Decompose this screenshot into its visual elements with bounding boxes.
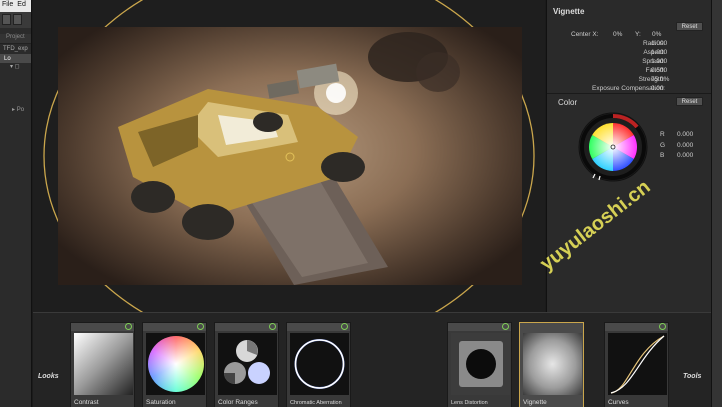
power-icon[interactable] [269, 323, 276, 330]
color-reset-button[interactable]: Reset [676, 97, 703, 106]
tile-label: Lens Distortion [451, 400, 488, 406]
spread-value[interactable]: 1.000 [651, 58, 667, 65]
tools-bar: Looks Tools Contrast Saturation Color Ra… [33, 312, 711, 407]
layer-label: Lo [4, 55, 11, 62]
r-value[interactable]: 0.000 [677, 131, 693, 138]
looks-label[interactable]: Looks [38, 373, 59, 380]
layer-row[interactable]: Lo [0, 54, 31, 63]
g-value[interactable]: 0.000 [677, 142, 693, 149]
tile-chromatic-aberration[interactable]: Chromatic Aberration [286, 322, 351, 407]
properties-panel: Vignette Reset Center X: 0% Y: 0% Radius… [546, 0, 712, 312]
saturation-wheel-icon [146, 333, 205, 395]
tools-label[interactable]: Tools [683, 373, 701, 380]
chromatic-ring-icon [290, 333, 349, 395]
aspect-value[interactable]: 1.000 [651, 49, 667, 56]
center-y-label: Y: [635, 31, 641, 38]
tile-curves[interactable]: Curves [604, 322, 669, 407]
tile-label: Chromatic Aberration [290, 400, 342, 406]
color-wheel[interactable] [577, 111, 649, 183]
menu-file[interactable]: File [0, 0, 15, 12]
power-icon[interactable] [197, 323, 204, 330]
vignette-icon [523, 333, 582, 395]
project-file-name: TFD_exp [3, 46, 28, 52]
viewer[interactable] [33, 0, 545, 312]
tree-item-label: Po [16, 107, 25, 113]
tile-label: Color Ranges [218, 399, 258, 406]
lens-distortion-icon [451, 333, 510, 395]
color-ranges-icon [218, 333, 277, 395]
power-icon[interactable] [659, 323, 666, 330]
power-icon[interactable] [125, 323, 132, 330]
tile-label: Saturation [146, 399, 176, 406]
tile-label: Contrast [74, 399, 99, 406]
vignette-reset-button[interactable]: Reset [676, 22, 703, 31]
tile-header [71, 323, 134, 331]
host-menubar: File Ed [0, 0, 31, 12]
g-label: G [660, 142, 666, 149]
host-app-strip: File Ed Project TFD_exp Lo ▾ ◻ ▸ Po [0, 0, 32, 407]
project-tab[interactable]: Project [0, 34, 31, 44]
selection-tool-icon[interactable] [2, 14, 11, 25]
tile-header [520, 323, 583, 331]
r-label: R [660, 131, 665, 138]
vignette-title: Vignette [553, 7, 585, 16]
tile-saturation[interactable]: Saturation [142, 322, 207, 407]
tile-lens-distortion[interactable]: Lens Distortion [447, 322, 512, 407]
power-icon[interactable] [341, 323, 348, 330]
center-x-value[interactable]: 0% [613, 31, 622, 38]
radius-value[interactable]: 1.000 [651, 40, 667, 47]
curves-icon [608, 333, 667, 395]
host-toolbar [0, 12, 31, 28]
b-label: B [660, 152, 665, 159]
color-title: Color [558, 98, 578, 107]
menu-edit[interactable]: Ed [15, 0, 28, 12]
tile-contrast[interactable]: Contrast [70, 322, 135, 407]
power-icon[interactable] [502, 323, 509, 330]
tile-header [605, 323, 668, 331]
center-y-value[interactable]: 0% [652, 31, 661, 38]
tile-color-ranges[interactable]: Color Ranges [214, 322, 279, 407]
tree-item[interactable]: ▸ Po [12, 106, 24, 113]
layer-subrow[interactable]: ▾ ◻ [0, 63, 31, 72]
tile-header [143, 323, 206, 331]
tile-label: Curves [608, 399, 629, 406]
preview-image [58, 27, 522, 285]
hand-tool-icon[interactable] [13, 14, 22, 25]
tile-header [448, 323, 511, 331]
tile-header [287, 323, 350, 331]
contrast-gradient-icon [74, 333, 133, 395]
falloff-value[interactable]: 0.500 [651, 67, 667, 74]
exposure-compensation-value[interactable]: 0.00 [651, 85, 664, 92]
tile-label: Vignette [523, 399, 547, 406]
strength-value[interactable]: 75.0% [651, 76, 669, 83]
tile-header [215, 323, 278, 331]
center-x-label: Center X: [571, 31, 599, 38]
right-edge-strip [711, 0, 722, 407]
tile-vignette[interactable]: Vignette [519, 322, 584, 407]
b-value[interactable]: 0.000 [677, 152, 693, 159]
